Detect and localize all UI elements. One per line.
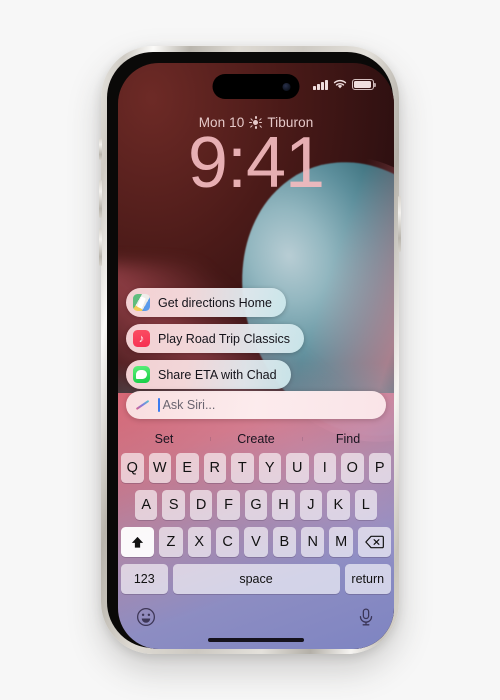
prediction-candidate[interactable]: Find	[302, 432, 394, 446]
lock-screen-time: 9:41	[187, 123, 325, 203]
shift-arrow-icon[interactable]	[121, 527, 155, 557]
prediction-candidate[interactable]: Set	[118, 432, 210, 446]
key-r[interactable]: R	[203, 453, 226, 483]
prediction-candidate[interactable]: Create	[210, 432, 302, 446]
siri-suggestion-list: Get directions Home ♪ Play Road Trip Cla…	[126, 288, 386, 389]
key-k[interactable]: K	[327, 490, 350, 520]
messages-app-icon	[133, 366, 150, 383]
screenshot-stage: Mon 10 Tiburon 9:41 Get directions Home …	[0, 0, 500, 700]
onscreen-keyboard: Set Create Find Q W E R T Y U I O P A S …	[118, 425, 394, 649]
key-i[interactable]: I	[313, 453, 336, 483]
key-a[interactable]: A	[135, 490, 158, 520]
sun-icon	[249, 116, 263, 129]
key-x[interactable]: X	[187, 527, 211, 557]
battery-fill	[354, 81, 371, 88]
keyboard-row-2: A S D F G H J K L	[118, 490, 394, 520]
key-l[interactable]: L	[354, 490, 377, 520]
key-t[interactable]: T	[231, 453, 254, 483]
microphone-icon[interactable]	[356, 607, 376, 627]
siri-glyph-icon	[134, 397, 151, 414]
key-p[interactable]: P	[368, 453, 391, 483]
key-c[interactable]: C	[215, 527, 240, 557]
key-e[interactable]: E	[176, 453, 199, 483]
key-u[interactable]: U	[286, 453, 309, 483]
siri-suggestion-chip[interactable]: Get directions Home	[126, 288, 286, 317]
key-b[interactable]: B	[272, 527, 297, 557]
text-caret	[158, 398, 160, 412]
keyboard-utility-row	[118, 600, 394, 634]
key-o[interactable]: O	[341, 453, 364, 483]
wifi-icon	[333, 79, 347, 89]
backspace-delete-icon[interactable]	[357, 527, 391, 557]
key-s[interactable]: S	[162, 490, 185, 520]
ask-siri-placeholder: Ask Siri...	[162, 398, 216, 412]
key-z[interactable]: Z	[159, 527, 183, 557]
home-indicator[interactable]	[208, 638, 304, 642]
ask-siri-input[interactable]: Ask Siri...	[126, 391, 386, 419]
key-g[interactable]: G	[244, 490, 268, 520]
predictive-text-bar: Set Create Find	[118, 425, 394, 453]
emoji-smiley-icon[interactable]	[136, 607, 156, 627]
dynamic-island[interactable]	[212, 74, 300, 99]
cellular-bars-icon	[313, 79, 328, 90]
key-w[interactable]: W	[148, 453, 171, 483]
iphone-device-frame: Mon 10 Tiburon 9:41 Get directions Home …	[99, 46, 401, 654]
keyboard-row-3: Z X C V B N M	[118, 527, 394, 557]
key-f[interactable]: F	[217, 490, 240, 520]
volume-up-button[interactable]	[99, 180, 102, 218]
status-bar-indicators	[313, 79, 376, 90]
key-h[interactable]: H	[272, 490, 295, 520]
key-j[interactable]: J	[299, 490, 323, 520]
siri-suggestion-chip[interactable]: Share ETA with Chad	[126, 360, 291, 389]
siri-suggestion-label: Get directions Home	[158, 295, 272, 310]
key-n[interactable]: N	[301, 527, 325, 557]
siri-suggestion-label: Play Road Trip Classics	[158, 331, 290, 346]
keyboard-row-1: Q W E R T Y U I O P	[118, 453, 394, 483]
return-key[interactable]: return	[344, 564, 391, 594]
key-y[interactable]: Y	[258, 453, 281, 483]
lock-screen-clock-block: Mon 10 Tiburon 9:41	[118, 115, 394, 201]
volume-down-button[interactable]	[99, 228, 102, 266]
space-key[interactable]: space	[172, 564, 340, 594]
numbers-mode-key[interactable]: 123	[121, 564, 168, 594]
battery-icon	[352, 79, 376, 90]
music-app-icon: ♪	[133, 330, 150, 347]
device-bezel: Mon 10 Tiburon 9:41 Get directions Home …	[107, 52, 394, 649]
siri-suggestion-chip[interactable]: ♪ Play Road Trip Classics	[126, 324, 304, 353]
device-screen: Mon 10 Tiburon 9:41 Get directions Home …	[118, 63, 394, 649]
silence-switch-button[interactable]	[99, 138, 102, 160]
power-side-button[interactable]	[398, 196, 401, 252]
maps-app-icon	[133, 294, 150, 311]
key-d[interactable]: D	[189, 490, 213, 520]
keyboard-row-4: 123 space return	[118, 564, 394, 594]
status-bar	[118, 63, 394, 103]
key-v[interactable]: V	[244, 527, 268, 557]
front-camera-icon	[282, 82, 291, 91]
key-m[interactable]: M	[329, 527, 353, 557]
key-q[interactable]: Q	[121, 453, 144, 483]
siri-suggestion-label: Share ETA with Chad	[158, 367, 277, 382]
